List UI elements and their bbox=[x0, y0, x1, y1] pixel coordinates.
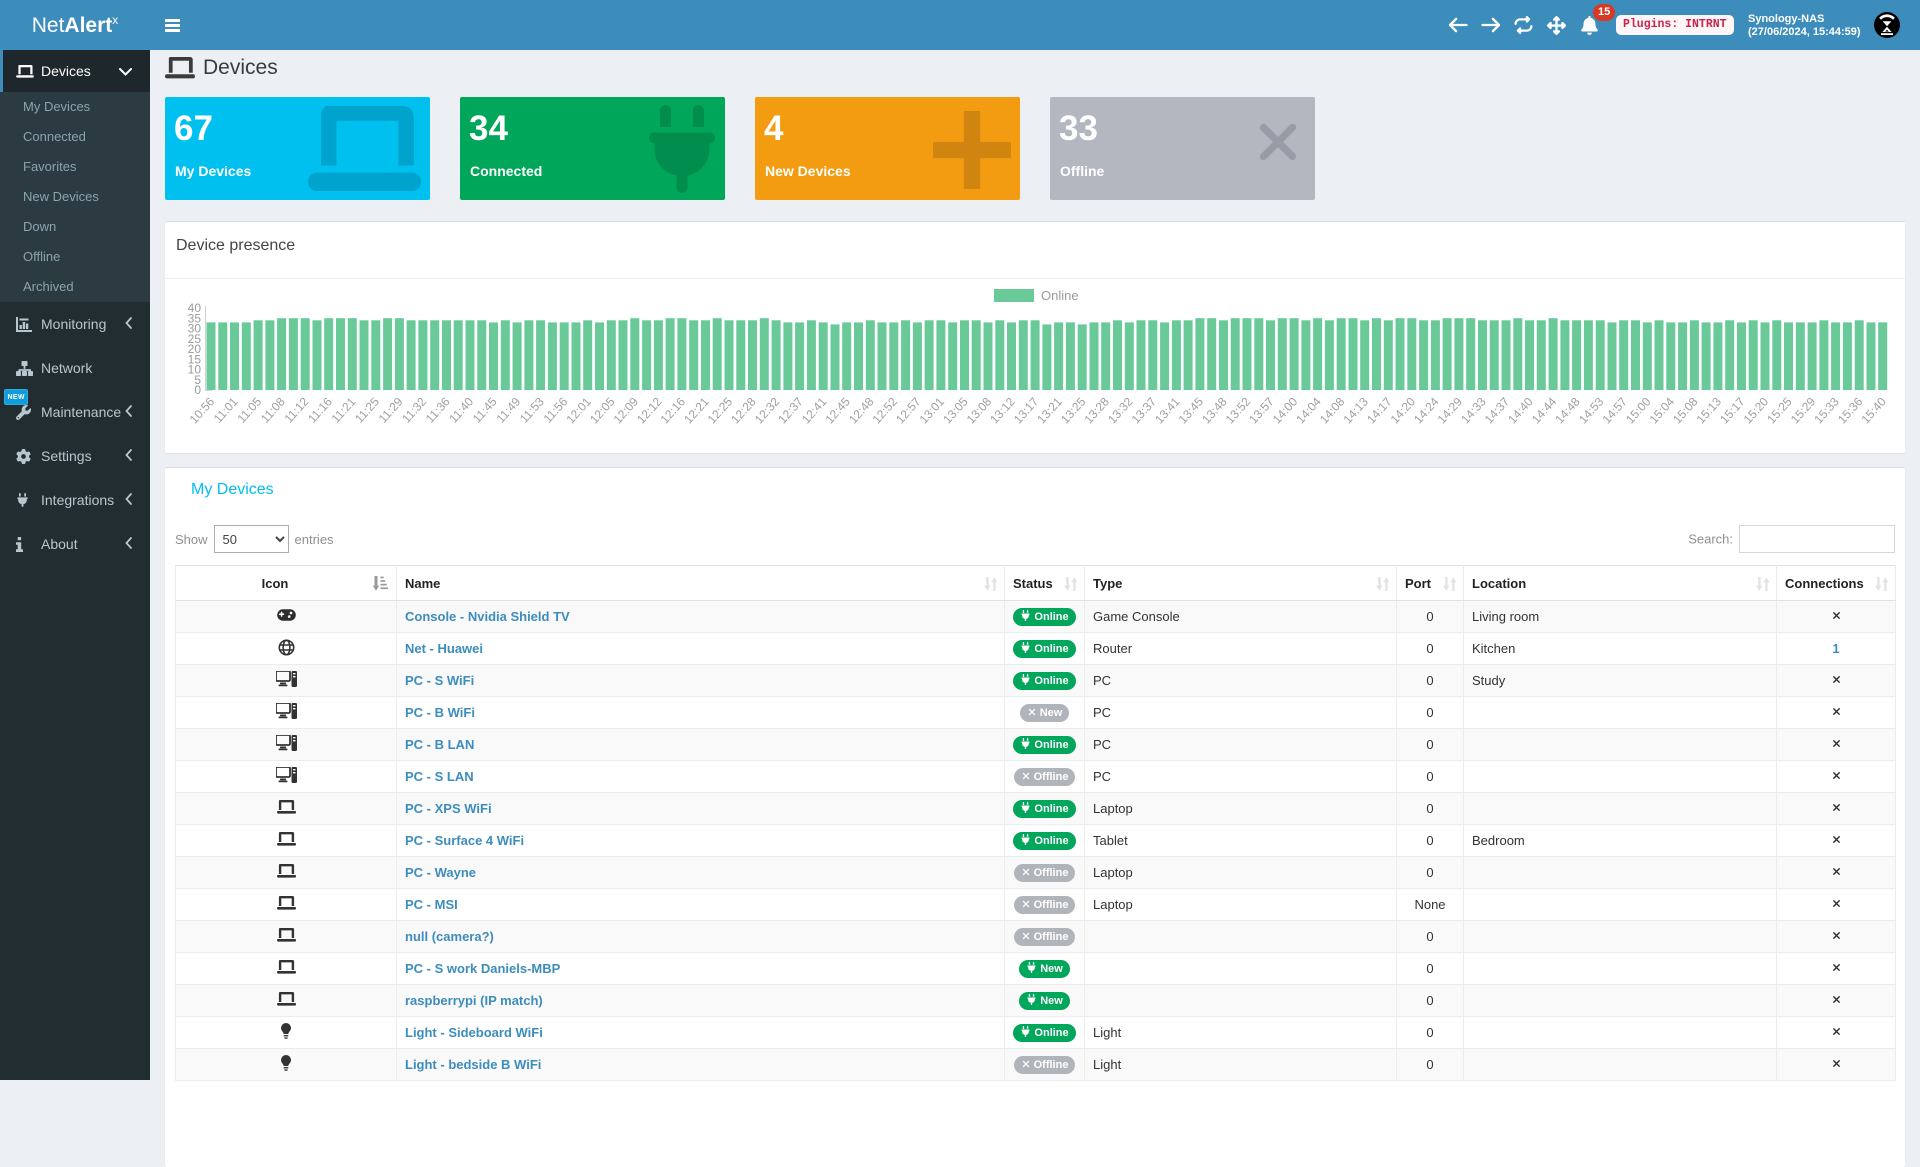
svg-text:12:01: 12:01 bbox=[563, 394, 594, 426]
svg-text:15:00: 15:00 bbox=[1623, 394, 1654, 426]
svg-text:12:32: 12:32 bbox=[752, 394, 783, 426]
svg-text:14:53: 14:53 bbox=[1576, 394, 1607, 426]
svg-text:11:05: 11:05 bbox=[234, 394, 264, 425]
svg-text:14:57: 14:57 bbox=[1599, 394, 1630, 426]
svg-text:13:52: 13:52 bbox=[1223, 394, 1254, 426]
svg-text:14:40: 14:40 bbox=[1505, 394, 1536, 426]
svg-text:14:04: 14:04 bbox=[1293, 394, 1324, 426]
svg-text:13:01: 13:01 bbox=[917, 394, 948, 426]
svg-text:15:29: 15:29 bbox=[1788, 394, 1819, 426]
svg-text:10:56: 10:56 bbox=[187, 394, 218, 426]
svg-text:12:12: 12:12 bbox=[634, 394, 665, 426]
svg-text:11:08: 11:08 bbox=[258, 394, 288, 425]
svg-text:13:37: 13:37 bbox=[1129, 394, 1160, 426]
svg-text:15:33: 15:33 bbox=[1811, 394, 1842, 426]
svg-text:13:28: 13:28 bbox=[1081, 394, 1112, 426]
svg-text:Online: Online bbox=[1041, 288, 1079, 303]
svg-text:14:17: 14:17 bbox=[1364, 394, 1395, 426]
svg-text:11:21: 11:21 bbox=[329, 394, 359, 425]
svg-text:13:25: 13:25 bbox=[1058, 394, 1089, 426]
svg-text:14:48: 14:48 bbox=[1552, 394, 1583, 426]
svg-text:13:57: 13:57 bbox=[1246, 394, 1277, 426]
svg-text:15:20: 15:20 bbox=[1741, 394, 1772, 426]
svg-text:11:25: 11:25 bbox=[352, 394, 382, 425]
svg-text:15:25: 15:25 bbox=[1764, 394, 1795, 426]
svg-text:11:16: 11:16 bbox=[305, 394, 335, 425]
svg-text:12:21: 12:21 bbox=[681, 394, 712, 426]
svg-text:11:53: 11:53 bbox=[517, 394, 547, 425]
svg-text:12:48: 12:48 bbox=[846, 394, 877, 426]
svg-text:13:41: 13:41 bbox=[1152, 394, 1183, 426]
svg-text:11:56: 11:56 bbox=[541, 394, 571, 425]
svg-text:12:09: 12:09 bbox=[611, 394, 642, 426]
svg-text:12:05: 12:05 bbox=[587, 394, 618, 426]
svg-text:11:36: 11:36 bbox=[423, 394, 453, 425]
svg-text:15:04: 15:04 bbox=[1647, 394, 1678, 426]
svg-text:14:00: 14:00 bbox=[1270, 394, 1301, 426]
svg-text:12:57: 12:57 bbox=[893, 394, 924, 426]
svg-text:14:24: 14:24 bbox=[1411, 394, 1442, 426]
svg-text:13:48: 13:48 bbox=[1199, 394, 1230, 426]
svg-text:14:08: 14:08 bbox=[1317, 394, 1348, 426]
svg-text:12:28: 12:28 bbox=[728, 394, 759, 426]
svg-text:11:29: 11:29 bbox=[376, 394, 406, 425]
svg-text:12:25: 12:25 bbox=[705, 394, 736, 426]
svg-text:13:12: 13:12 bbox=[987, 394, 1018, 426]
svg-text:15:40: 15:40 bbox=[1858, 394, 1889, 426]
svg-text:14:20: 14:20 bbox=[1388, 394, 1419, 426]
svg-text:12:45: 12:45 bbox=[822, 394, 853, 426]
svg-text:13:05: 13:05 bbox=[940, 394, 971, 426]
svg-text:12:41: 12:41 bbox=[799, 394, 830, 426]
svg-text:14:33: 14:33 bbox=[1458, 394, 1489, 426]
svg-text:14:37: 14:37 bbox=[1482, 394, 1513, 426]
svg-text:14:44: 14:44 bbox=[1529, 394, 1560, 426]
svg-text:11:40: 11:40 bbox=[446, 394, 476, 425]
svg-text:13:21: 13:21 bbox=[1034, 394, 1065, 426]
svg-text:40: 40 bbox=[188, 301, 202, 315]
svg-text:12:52: 12:52 bbox=[870, 394, 901, 426]
svg-text:14:29: 14:29 bbox=[1435, 394, 1466, 426]
svg-text:15:36: 15:36 bbox=[1835, 394, 1866, 426]
svg-text:11:49: 11:49 bbox=[493, 394, 523, 425]
svg-text:12:37: 12:37 bbox=[775, 394, 806, 426]
svg-text:12:16: 12:16 bbox=[658, 394, 689, 426]
svg-text:13:45: 13:45 bbox=[1176, 394, 1207, 426]
svg-text:15:13: 15:13 bbox=[1694, 394, 1725, 426]
svg-text:11:32: 11:32 bbox=[399, 394, 429, 425]
svg-text:13:17: 13:17 bbox=[1011, 394, 1042, 426]
svg-text:15:08: 15:08 bbox=[1670, 394, 1701, 426]
svg-text:13:32: 13:32 bbox=[1105, 394, 1136, 426]
svg-text:11:01: 11:01 bbox=[211, 394, 241, 425]
svg-text:15:17: 15:17 bbox=[1717, 394, 1748, 426]
svg-text:11:45: 11:45 bbox=[470, 394, 500, 425]
svg-text:11:12: 11:12 bbox=[282, 394, 312, 425]
svg-text:14:13: 14:13 bbox=[1340, 394, 1371, 426]
svg-text:13:08: 13:08 bbox=[964, 394, 995, 426]
